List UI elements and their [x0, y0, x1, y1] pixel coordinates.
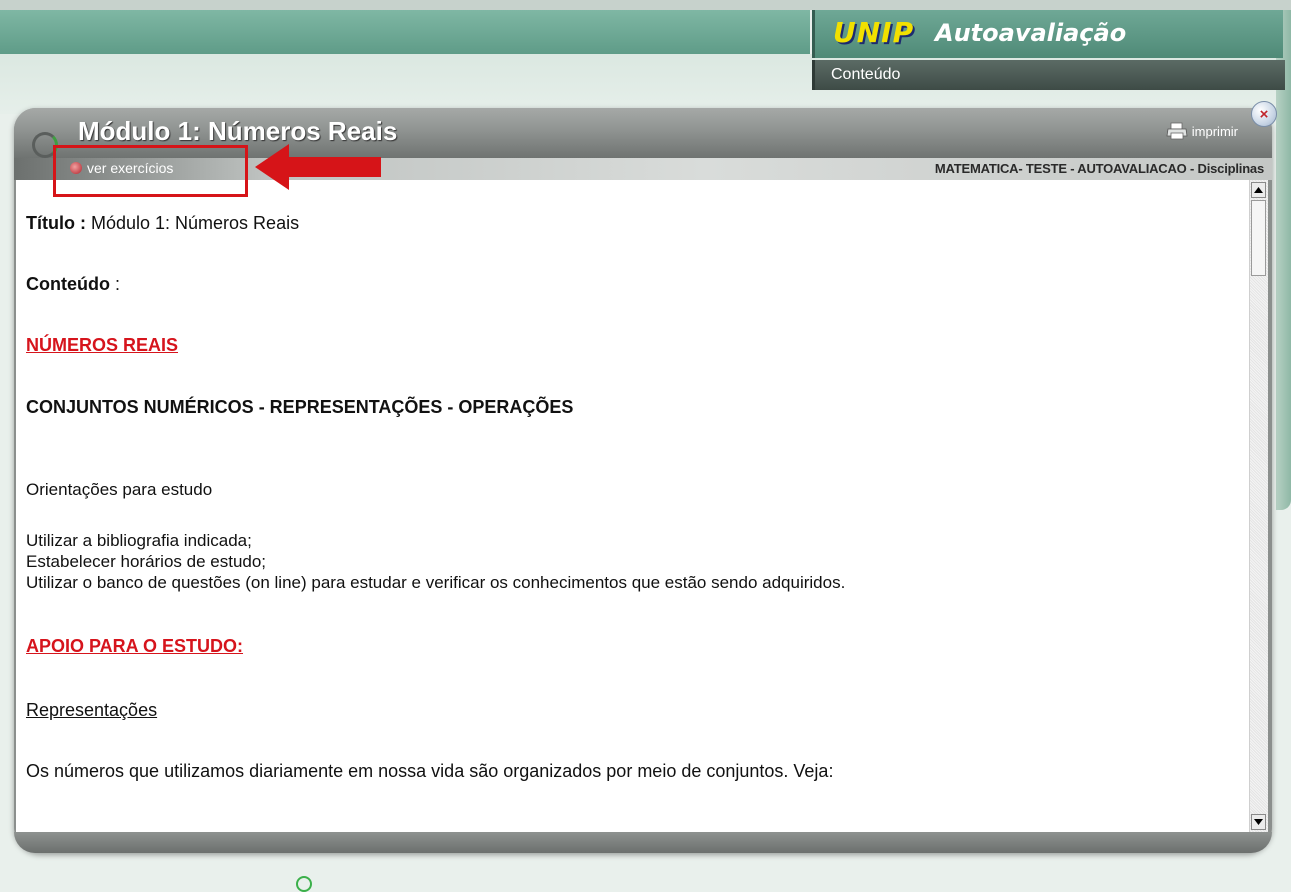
arrow-down-icon — [1254, 819, 1263, 825]
content-modal: Módulo 1: Números Reais imprimir × ver e… — [14, 101, 1277, 853]
unip-logo: UNIP — [833, 16, 915, 49]
scroll-thumb[interactable] — [1251, 200, 1266, 276]
list-item: Utilizar a bibliografia indicada; — [26, 531, 252, 550]
printer-icon — [1166, 122, 1188, 140]
side-menu: Conteúdo — [812, 60, 1285, 90]
top-strip — [0, 0, 1291, 10]
menu-item-conteudo[interactable]: Conteúdo — [831, 66, 900, 84]
close-button[interactable]: × — [1251, 101, 1277, 127]
titulo-value: Módulo 1: Números Reais — [85, 213, 300, 233]
status-circle-icon — [296, 876, 312, 892]
content-body: Título : Módulo 1: Números Reais Conteúd… — [16, 180, 1250, 832]
arrow-up-icon — [1254, 187, 1263, 193]
highlight-box — [53, 145, 248, 197]
list-item: Utilizar o banco de questões (on line) p… — [26, 573, 846, 592]
modal-bottom-bar — [14, 832, 1272, 853]
conteudo-colon: : — [109, 274, 120, 294]
app-title: Autoavaliação — [935, 19, 1127, 47]
list-item: Estabelecer horários de estudo; — [26, 552, 267, 571]
print-button[interactable]: imprimir — [1166, 120, 1238, 142]
print-label: imprimir — [1191, 123, 1238, 139]
vertical-scrollbar[interactable] — [1249, 180, 1268, 832]
brand-panel: UNIP Autoavaliação — [812, 10, 1283, 58]
page-header-band — [0, 10, 810, 54]
red-arrow-annotation — [255, 144, 381, 190]
content-area: Título : Módulo 1: Números Reais Conteúd… — [16, 180, 1268, 832]
section-heading: CONJUNTOS NUMÉRICOS - REPRESENTAÇÕES - O… — [26, 397, 574, 417]
scroll-up-button[interactable] — [1251, 182, 1266, 198]
titulo-line: Título : Módulo 1: Números Reais — [26, 213, 299, 234]
conteudo-line: Conteúdo : — [26, 274, 120, 295]
heading-numeros-reais[interactable]: NÚMEROS REAIS — [26, 335, 178, 356]
heading-apoio-estudo[interactable]: APOIO PARA O ESTUDO: — [26, 636, 243, 657]
close-icon: × — [1259, 105, 1269, 123]
content-paragraph: Os números que utilizamos diariamente em… — [26, 761, 834, 781]
titulo-label: Título : — [26, 213, 86, 233]
conteudo-label: Conteúdo — [26, 274, 110, 294]
breadcrumb: MATEMATICA- TESTE - AUTOAVALIACAO - Disc… — [934, 161, 1264, 176]
orientacoes-text: Orientações para estudo — [26, 480, 213, 499]
scroll-down-button[interactable] — [1251, 814, 1266, 830]
representacoes-text: Representações — [26, 700, 158, 720]
